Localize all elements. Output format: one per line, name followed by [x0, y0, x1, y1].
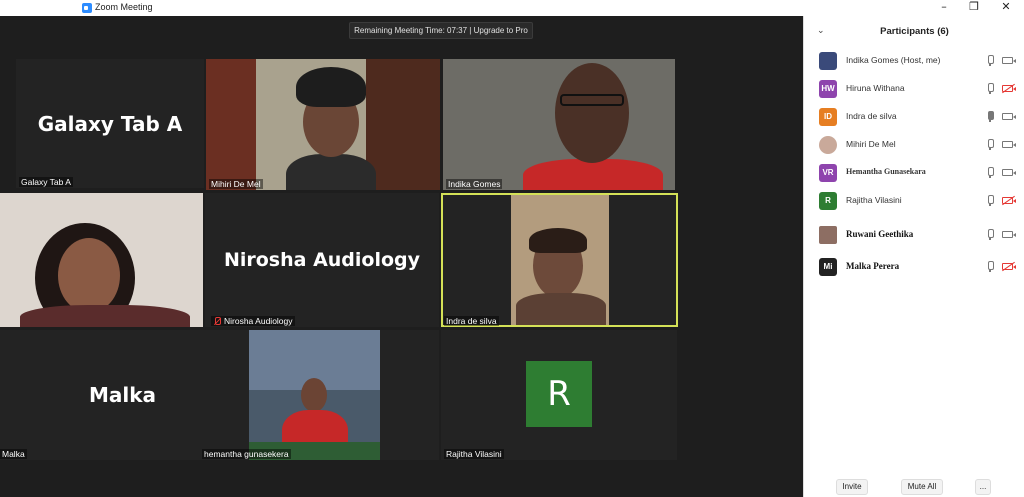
person-hair	[529, 228, 587, 253]
participant-name: Indika Gomes (Host, me)	[846, 55, 941, 65]
more-options-button[interactable]: ...	[975, 479, 991, 495]
participants-panel: ⌄ Participants (6) Indika Gomes (Host, m…	[803, 16, 1024, 497]
participant-avatar	[819, 136, 837, 154]
tile-name-label: hemantha gunasekera	[202, 449, 291, 459]
participant-name: Hiruna Withana	[846, 83, 905, 93]
participant-row[interactable]: R Rajitha Vilasini	[804, 188, 1024, 214]
participant-avatar: Mi	[819, 258, 837, 276]
video-camera-icon[interactable]	[1002, 169, 1016, 176]
tile-name-label: Rajitha Vilasini	[444, 449, 504, 459]
video-tile-mihiri[interactable]: Mihiri De Mel	[206, 59, 440, 190]
participant-name: Ruwani Geethika	[846, 229, 914, 239]
participants-title: Participants (6)	[880, 26, 949, 37]
participant-row[interactable]: Ruwani Geethika	[804, 222, 1024, 248]
video-camera-icon[interactable]	[1002, 113, 1016, 120]
mic-icon[interactable]	[987, 55, 994, 66]
video-tile-indra-active-speaker[interactable]: Indra de silva	[441, 193, 678, 327]
invite-button[interactable]: Invite	[836, 479, 868, 495]
person-body	[20, 305, 190, 327]
mic-icon[interactable]	[987, 261, 994, 272]
person-hair	[296, 67, 366, 107]
tile-name-text: Nirosha Audiology	[224, 315, 293, 326]
participant-row[interactable]: HW Hiruna Withana	[804, 76, 1024, 102]
restore-button[interactable]: ❐	[960, 0, 988, 14]
participant-avatar: HW	[819, 80, 837, 98]
zoom-window: Zoom Meeting – ❐ ✕ Remaining Meeting Tim…	[0, 0, 1024, 497]
close-button[interactable]: ✕	[992, 0, 1020, 14]
video-camera-icon[interactable]	[1002, 57, 1016, 64]
zoom-app-icon	[82, 3, 92, 13]
mic-icon[interactable]	[987, 167, 994, 178]
participant-name: Hemantha Gunasekara	[846, 167, 926, 176]
video-tile-hemantha[interactable]: hemantha gunasekera	[200, 330, 439, 460]
meeting-time-banner[interactable]: Remaining Meeting Time: 07:37 | Upgrade …	[349, 22, 533, 39]
participant-row[interactable]: ID Indra de silva	[804, 104, 1024, 130]
mute-all-button[interactable]: Mute All	[901, 479, 943, 495]
tile-name-label: Mihiri De Mel	[209, 179, 263, 189]
participant-row[interactable]: Indika Gomes (Host, me)	[804, 48, 1024, 74]
background-cabinet	[366, 59, 440, 190]
title-bar: Zoom Meeting – ❐ ✕	[0, 0, 1024, 16]
video-off-icon[interactable]	[1002, 197, 1016, 204]
participant-name: Rajitha Vilasini	[846, 195, 902, 205]
person-body	[286, 154, 376, 190]
mic-icon[interactable]	[987, 195, 994, 206]
video-camera-icon[interactable]	[1002, 231, 1016, 238]
video-tile-indika[interactable]: Indika Gomes	[443, 59, 675, 190]
tile-name-label: Galaxy Tab A	[19, 177, 73, 187]
video-off-icon[interactable]	[1002, 263, 1016, 270]
participant-name: Malka Perera	[846, 261, 900, 271]
participant-avatar: ID	[819, 108, 837, 126]
mic-icon[interactable]	[987, 229, 994, 240]
person-body	[516, 293, 606, 325]
tile-name-label: Indra de silva	[444, 316, 499, 326]
video-tile-galaxy-tab[interactable]: Galaxy Tab A Galaxy Tab A	[16, 59, 204, 188]
mic-speaking-icon[interactable]	[987, 111, 994, 122]
tile-name-label: Nirosha Audiology	[211, 315, 295, 326]
person-face	[58, 238, 120, 313]
participant-avatar: VR	[819, 164, 837, 182]
video-tile-nirosha[interactable]: Nirosha Audiology Nirosha Audiology	[205, 193, 439, 327]
participant-avatar: R	[819, 192, 837, 210]
participant-name: Mihiri De Mel	[846, 139, 896, 149]
tile-name-label: Indika Gomes	[446, 179, 503, 189]
person-glasses	[560, 94, 624, 106]
video-off-icon[interactable]	[1002, 85, 1016, 92]
video-camera-icon[interactable]	[1002, 141, 1016, 148]
participant-row[interactable]: VR Hemantha Gunasekara	[804, 160, 1024, 186]
person-face	[301, 378, 327, 412]
participant-row[interactable]: Mihiri De Mel	[804, 132, 1024, 158]
window-title: Zoom Meeting	[95, 2, 153, 12]
panel-header: ⌄ Participants (6)	[804, 16, 1024, 46]
background-wall	[206, 59, 256, 190]
participant-avatar	[819, 52, 837, 70]
participant-row[interactable]: Mi Malka Perera	[804, 254, 1024, 280]
person-face	[555, 63, 629, 163]
mic-icon[interactable]	[987, 139, 994, 150]
person-shirt	[523, 159, 663, 190]
tile-display-name: Galaxy Tab A	[37, 111, 183, 136]
participant-name: Indra de silva	[846, 111, 897, 121]
tile-display-name: Nirosha Audiology	[223, 249, 421, 271]
video-tile-participant[interactable]	[0, 193, 203, 327]
rajitha-avatar: R	[526, 361, 592, 427]
mic-icon[interactable]	[987, 83, 994, 94]
minimize-button[interactable]: –	[930, 0, 958, 14]
participant-avatar	[819, 226, 837, 244]
tile-name-label: Malka	[0, 449, 27, 459]
muted-mic-icon	[213, 317, 221, 326]
